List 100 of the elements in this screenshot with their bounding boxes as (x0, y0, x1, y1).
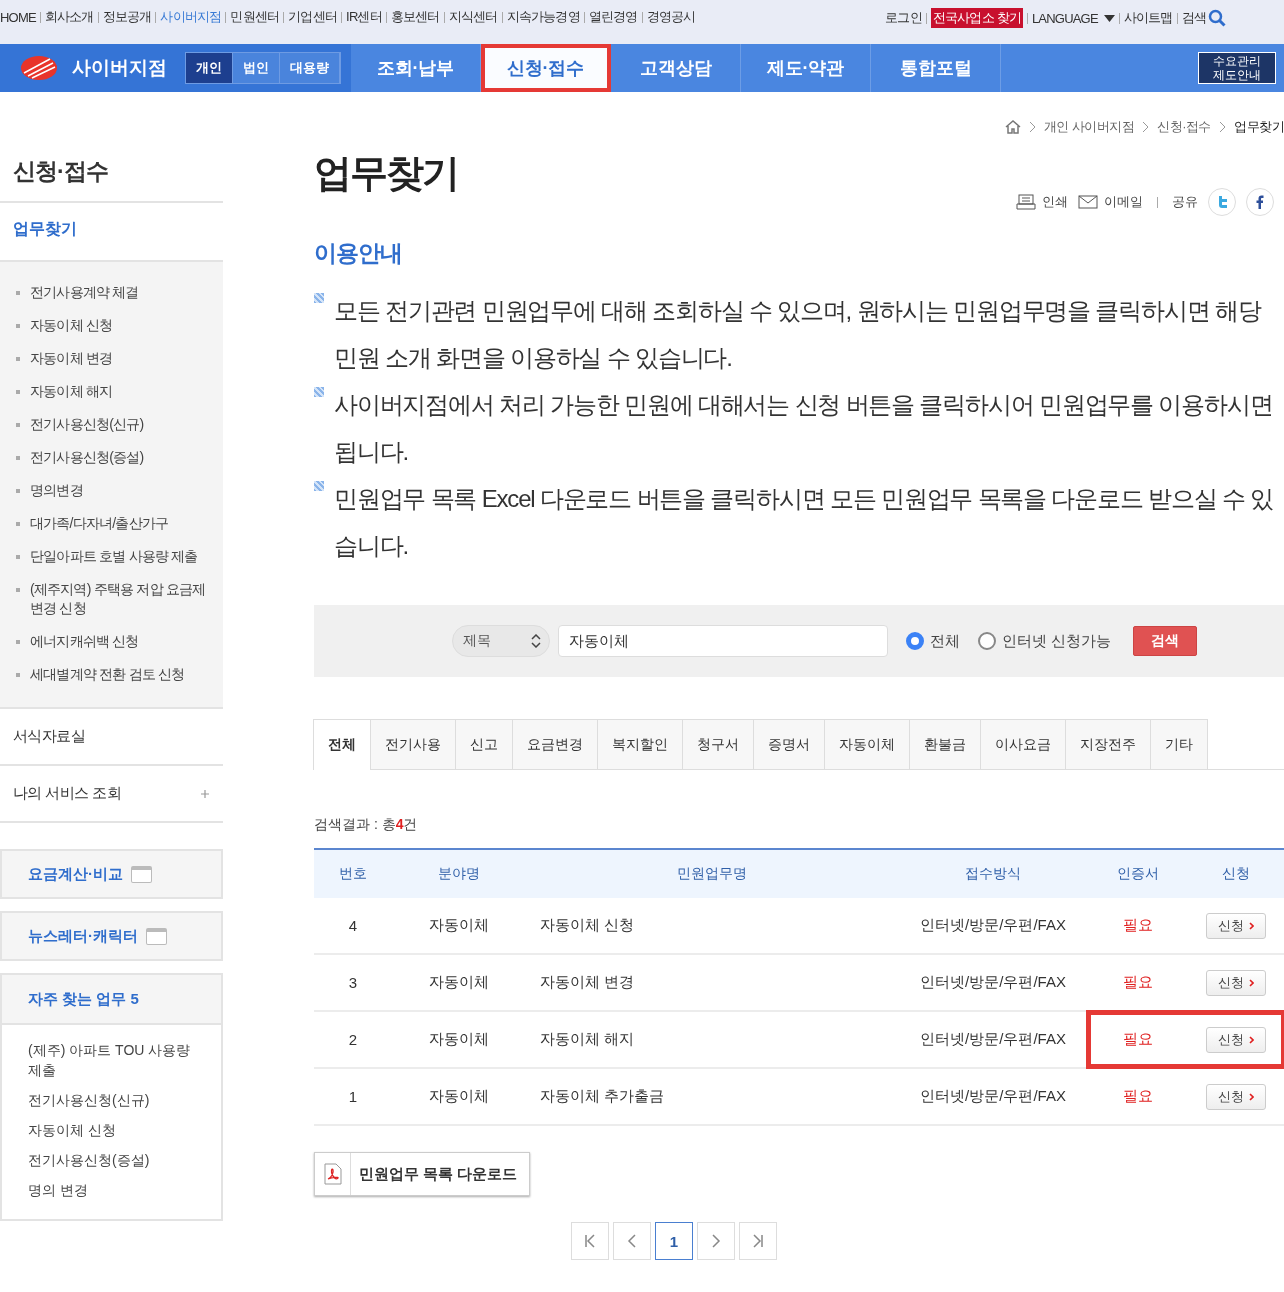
table-cell-text: 인터넷/방문/우편/FAX (919, 916, 1067, 935)
util-link[interactable]: 로그인 (885, 9, 922, 27)
search-button[interactable]: 검색 (1133, 626, 1198, 656)
top-link[interactable]: 회사소개 (44, 8, 94, 26)
nav-tab[interactable]: 고객상담 (611, 44, 741, 92)
top-link[interactable]: 사이버지점 (160, 8, 222, 26)
top-link[interactable]: 경영공시 (646, 8, 696, 26)
breadcrumb-link[interactable]: 신청·접수 (1157, 118, 1211, 136)
sidebar-sub-item[interactable]: 에너지캐쉬백 신청 (0, 625, 223, 658)
top-link[interactable]: 기업센터 (288, 8, 338, 26)
demand-management-button[interactable]: 수요관리 제도안내 (1198, 52, 1276, 84)
apply-button[interactable]: 신청 (1206, 1026, 1266, 1053)
segment-tab[interactable]: 개인 (186, 53, 233, 83)
radio-button[interactable] (906, 632, 924, 650)
top-link[interactable]: 열린경영 (588, 8, 638, 26)
category-tab[interactable]: 증명서 (753, 719, 825, 769)
sidebar-sub-item[interactable]: 전기사용계약 체결 (0, 276, 223, 309)
nav-tab[interactable]: 신청·접수 (481, 44, 611, 92)
segment-tab[interactable]: 대용량 (280, 53, 340, 83)
sidebar-sub-item[interactable]: (제주지역) 주택용 저압 요금제 변경 신청 (0, 573, 223, 625)
table-cell-text: 자동이체 (428, 916, 490, 935)
sidebar-sub-item[interactable]: 자동이체 변경 (0, 342, 223, 375)
next-page-button[interactable] (697, 1222, 735, 1260)
top-link[interactable]: 홍보센터 (390, 8, 440, 26)
table-cell-text: 자동이체 (428, 1087, 490, 1106)
category-tab[interactable]: 청구서 (682, 719, 754, 769)
nav-tab[interactable]: 통합포털 (871, 44, 1001, 92)
sidebar-sub-item[interactable]: 명의변경 (0, 474, 223, 507)
envelope-icon (1078, 195, 1098, 209)
shortcut-link[interactable]: 요금계산·비교 (0, 849, 223, 899)
task-name-link[interactable]: 자동이체 신청 (526, 916, 898, 935)
sidebar-sub-item[interactable]: 자동이체 해지 (0, 375, 223, 408)
last-page-icon (752, 1234, 764, 1248)
category-tab[interactable]: 전기사용 (370, 719, 456, 769)
download-button[interactable]: 민원업무 목록 다운로드 (314, 1152, 531, 1196)
task-name-link[interactable]: 자동이체 추가출금 (526, 1087, 898, 1106)
category-tab[interactable]: 요금변경 (512, 719, 598, 769)
prev-page-button[interactable] (613, 1222, 651, 1260)
category-tab[interactable]: 전체 (313, 719, 371, 770)
top-link[interactable]: 정보공개 (102, 8, 152, 26)
frequent-task-link[interactable]: 자동이체 신청 (28, 1115, 201, 1145)
sidebar-menu-item[interactable]: 서식자료실 (0, 709, 223, 766)
sidebar-sub-item[interactable]: 전기사용신청(증설) (0, 441, 223, 474)
print-button[interactable]: 인쇄 (1016, 193, 1068, 211)
search-link[interactable]: 검색 (1181, 9, 1226, 27)
email-button[interactable]: 이메일 (1078, 193, 1143, 211)
segment-tab[interactable]: 법인 (233, 53, 280, 83)
table-cell-text: 2 (347, 1031, 359, 1048)
radio-button[interactable] (978, 632, 996, 650)
search-field-select[interactable]: 제목 (452, 625, 550, 657)
share-label: 공유 (1172, 193, 1198, 211)
table-cell-text: 필요 (1122, 1087, 1154, 1106)
task-name-link[interactable]: 자동이체 해지 (526, 1030, 898, 1049)
category-tab[interactable]: 이사요금 (980, 719, 1066, 769)
bullet-icon (314, 387, 324, 397)
apply-button[interactable]: 신청 (1206, 1083, 1266, 1110)
window-icon (146, 927, 167, 945)
branch-finder-link[interactable]: 전국사업소 찾기 (930, 8, 1023, 28)
last-page-button[interactable] (739, 1222, 777, 1260)
sidebar-sub-item[interactable]: 전기사용신청(신규) (0, 408, 223, 441)
column-header: 번호 (338, 865, 368, 883)
frequent-task-link[interactable]: 명의 변경 (28, 1175, 201, 1205)
sidebar-sub-item[interactable]: 자동이체 신청 (0, 309, 223, 342)
top-link[interactable]: 지속가능경영 (506, 8, 580, 26)
sidebar-sub-item[interactable]: 세대별계약 전환 검토 신청 (0, 658, 223, 691)
search-input[interactable]: 자동이체 (558, 625, 888, 657)
category-tab[interactable]: 환불금 (909, 719, 981, 769)
sidebar-sub-item[interactable]: 단일아파트 호별 사용량 제출 (0, 540, 223, 573)
nav-tab[interactable]: 제도·약관 (741, 44, 871, 92)
util-link[interactable]: 사이트맵 (1123, 9, 1173, 27)
language-dropdown[interactable]: LANGUAGE (1031, 10, 1115, 26)
page-title: 업무찾기 (314, 151, 458, 196)
shortcut-link[interactable]: 뉴스레터·캐릭터 (0, 911, 223, 961)
bullet-icon (314, 481, 324, 491)
frequent-task-link[interactable]: (제주) 아파트 TOU 사용량 제출 (28, 1035, 201, 1085)
table-cell-text: 인터넷/방문/우편/FAX (919, 1087, 1067, 1106)
radio-label: 전체 (930, 631, 960, 651)
column-header: 분야명 (437, 865, 481, 883)
category-tab[interactable]: 지장전주 (1065, 719, 1151, 769)
top-link[interactable]: HOME (0, 9, 36, 25)
category-tab[interactable]: 복지할인 (597, 719, 683, 769)
sidebar-menu-item[interactable]: 나의 서비스 조회 (0, 766, 223, 823)
apply-button[interactable]: 신청 (1206, 969, 1266, 996)
page-button[interactable]: 1 (655, 1222, 693, 1260)
breadcrumb-link[interactable]: 업무찾기 (1234, 118, 1284, 136)
top-link[interactable]: IR센터 (346, 8, 382, 26)
apply-button[interactable]: 신청 (1206, 912, 1266, 939)
frequent-task-link[interactable]: 전기사용신청(신규) (28, 1085, 201, 1115)
task-name-link[interactable]: 자동이체 변경 (526, 973, 898, 992)
top-link[interactable]: 민원센터 (230, 8, 280, 26)
category-tab[interactable]: 자동이체 (824, 719, 910, 769)
first-page-button[interactable] (571, 1222, 609, 1260)
home-icon[interactable] (1004, 120, 1021, 134)
sidebar-sub-item[interactable]: 대가족/다자녀/출산가구 (0, 507, 223, 540)
frequent-task-link[interactable]: 전기사용신청(증설) (28, 1145, 201, 1175)
category-tab[interactable]: 기타 (1150, 719, 1208, 769)
table-cell-text: 인터넷/방문/우편/FAX (919, 973, 1067, 992)
breadcrumb-link[interactable]: 개인 사이버지점 (1043, 118, 1135, 136)
category-tab[interactable]: 신고 (455, 719, 513, 769)
top-link[interactable]: 지식센터 (448, 8, 498, 26)
